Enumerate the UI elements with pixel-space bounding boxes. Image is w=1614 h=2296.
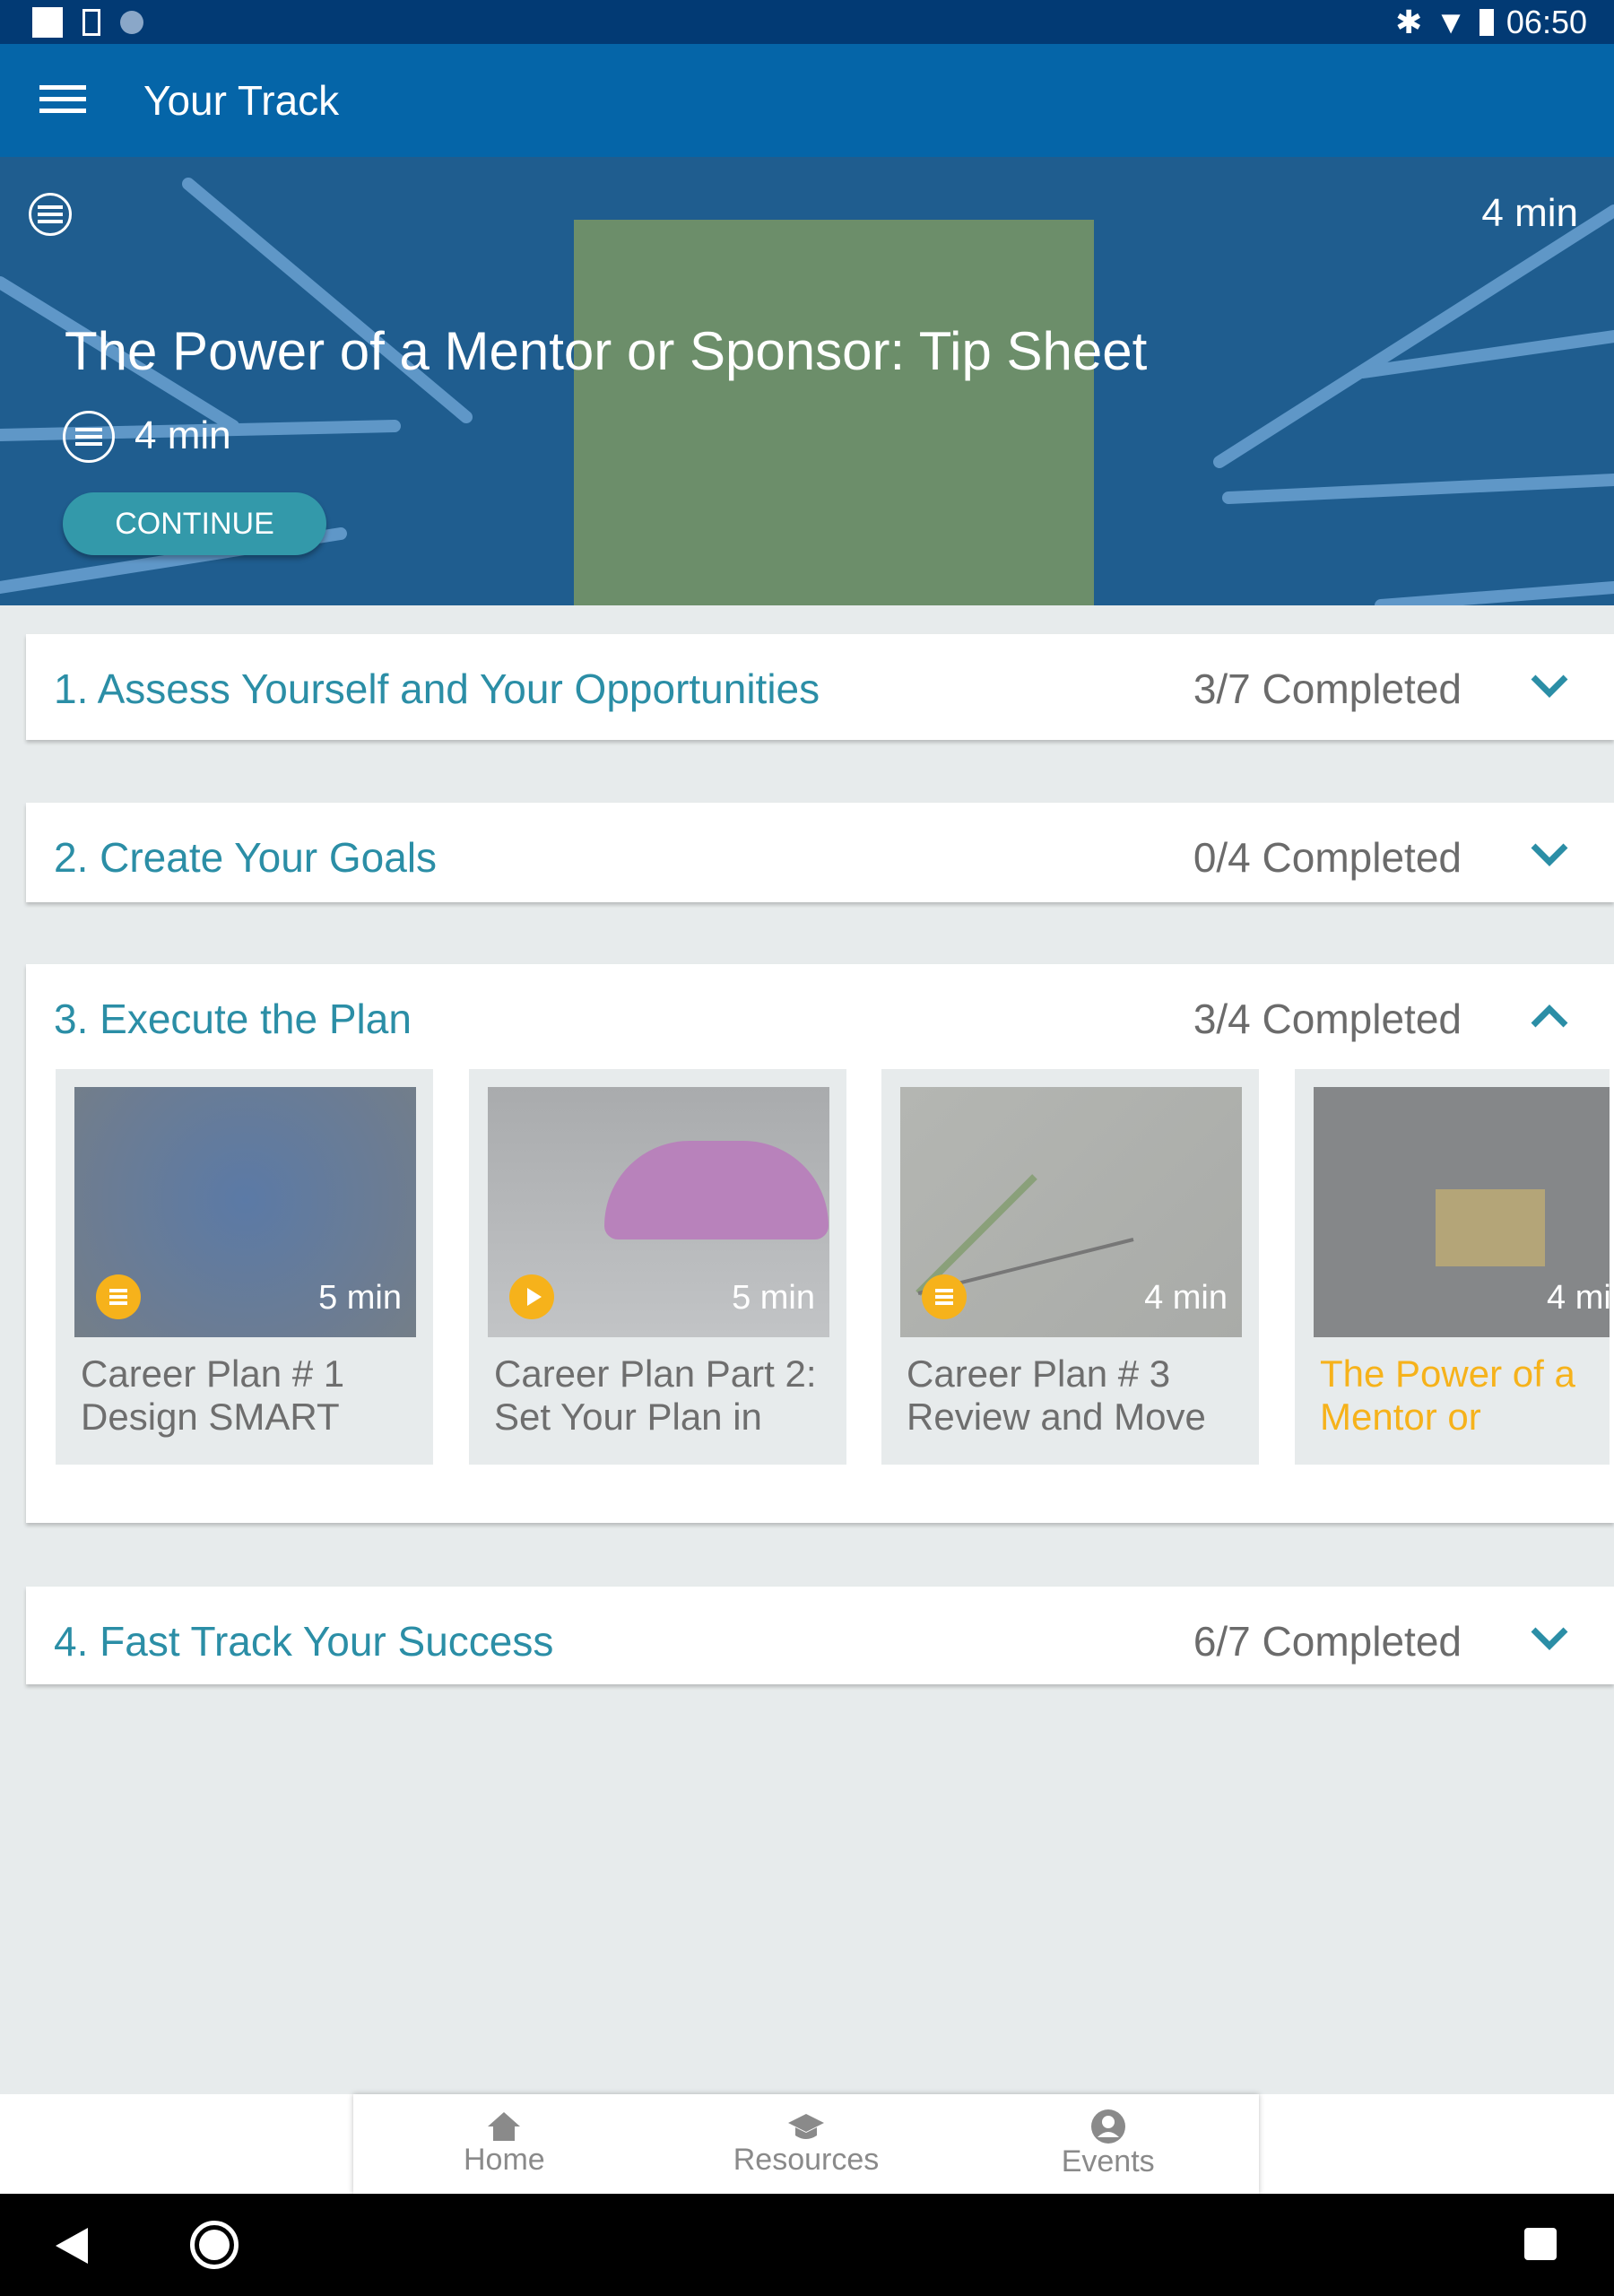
document-icon — [29, 193, 72, 236]
thumbnail: 4 min — [1314, 1087, 1610, 1337]
user-circle-icon — [1090, 2109, 1125, 2144]
section-4: 4. Fast Track Your Success 6/7 Completed — [26, 1587, 1614, 1684]
section-header[interactable]: 4. Fast Track Your Success 6/7 Completed — [26, 1587, 1614, 1691]
hero-banner[interactable]: 4 min The Power of a Mentor or Sponsor: … — [0, 157, 1614, 605]
section-title: 1. Assess Yourself and Your Opportunitie… — [54, 665, 820, 712]
thumbnail: 5 min — [488, 1087, 829, 1337]
section-header[interactable]: 1. Assess Yourself and Your Opportunitie… — [26, 634, 1614, 738]
document-icon — [96, 1274, 141, 1319]
content-carousel[interactable]: 5 min Career Plan # 1 Design SMART 5 min… — [56, 1069, 1610, 1465]
content-card-current[interactable]: 4 min The Power of a Mentor or — [1295, 1069, 1610, 1465]
content-card[interactable]: 5 min Career Plan Part 2: Set Your Plan … — [469, 1069, 846, 1465]
tab-events[interactable]: Events — [957, 2094, 1259, 2194]
bluetooth-icon: ✱ — [1395, 4, 1423, 40]
section-title: 4. Fast Track Your Success — [54, 1618, 554, 1665]
continue-button[interactable]: CONTINUE — [63, 492, 326, 555]
document-icon — [922, 1274, 967, 1319]
thumbnail: 5 min — [74, 1087, 416, 1337]
card-title: Career Plan # 3 Review and Move — [907, 1352, 1206, 1438]
battery-icon — [1479, 9, 1494, 36]
section-1: 1. Assess Yourself and Your Opportunitie… — [26, 634, 1614, 740]
content-card[interactable]: 5 min Career Plan # 1 Design SMART — [56, 1069, 433, 1465]
duration: 5 min — [318, 1279, 402, 1317]
recents-icon[interactable] — [1524, 2228, 1557, 2260]
card-title: Career Plan # 1 Design SMART — [81, 1352, 345, 1438]
section-header[interactable]: 3. Execute the Plan 3/4 Completed — [26, 964, 1614, 1068]
section-3: 3. Execute the Plan 3/4 Completed 5 min … — [26, 964, 1614, 1523]
content-card[interactable]: 4 min Career Plan # 3 Review and Move — [881, 1069, 1259, 1465]
chevron-up-icon[interactable] — [1530, 998, 1569, 1034]
home-icon — [488, 2112, 521, 2141]
bottom-navigation: Home Resources Events — [0, 2094, 1614, 2194]
download-icon — [82, 9, 100, 36]
hero-duration-top: 4 min — [1481, 191, 1578, 235]
clock: 06:50 — [1506, 4, 1587, 40]
chevron-down-icon[interactable] — [1530, 1621, 1569, 1657]
hero-duration: 4 min — [134, 413, 231, 457]
system-navigation-bar — [0, 2194, 1614, 2296]
section-title: 3. Execute the Plan — [54, 996, 412, 1042]
tab-resources[interactable]: Resources — [655, 2094, 958, 2194]
thumbnail: 4 min — [900, 1087, 1242, 1337]
card-title: Career Plan Part 2: Set Your Plan in — [494, 1352, 817, 1438]
card-title: The Power of a Mentor or — [1320, 1352, 1575, 1438]
sync-icon — [120, 11, 143, 34]
section-progress: 0/4 Completed — [1193, 834, 1462, 881]
section-title: 2. Create Your Goals — [54, 834, 438, 881]
tab-home[interactable]: Home — [353, 2094, 655, 2194]
section-header[interactable]: 2. Create Your Goals 0/4 Completed — [26, 803, 1614, 907]
notification-icon — [32, 7, 63, 38]
tab-label: Events — [1061, 2144, 1155, 2179]
tab-label: Home — [463, 2143, 545, 2177]
status-bar: ✱ ▼ 06:50 — [0, 0, 1614, 44]
duration: 4 min — [1144, 1279, 1228, 1317]
home-button-icon[interactable] — [190, 2221, 239, 2269]
duration: 5 min — [732, 1279, 815, 1317]
chevron-down-icon[interactable] — [1530, 668, 1569, 704]
back-icon[interactable] — [56, 2228, 88, 2264]
hero-title: The Power of a Mentor or Sponsor: Tip Sh… — [65, 321, 1148, 381]
section-2: 2. Create Your Goals 0/4 Completed — [26, 803, 1614, 902]
menu-icon[interactable] — [39, 85, 86, 116]
section-progress: 3/7 Completed — [1193, 665, 1462, 712]
chevron-down-icon[interactable] — [1530, 837, 1569, 873]
page-title: Your Track — [143, 77, 340, 124]
wifi-icon: ▼ — [1435, 4, 1467, 40]
section-progress: 6/7 Completed — [1193, 1618, 1462, 1665]
document-icon — [63, 411, 115, 463]
tab-label: Resources — [733, 2143, 880, 2177]
play-icon — [509, 1274, 554, 1319]
graduation-cap-icon — [788, 2114, 824, 2139]
duration: 4 min — [1547, 1279, 1610, 1317]
section-progress: 3/4 Completed — [1193, 996, 1462, 1042]
app-bar: Your Track — [0, 44, 1614, 157]
